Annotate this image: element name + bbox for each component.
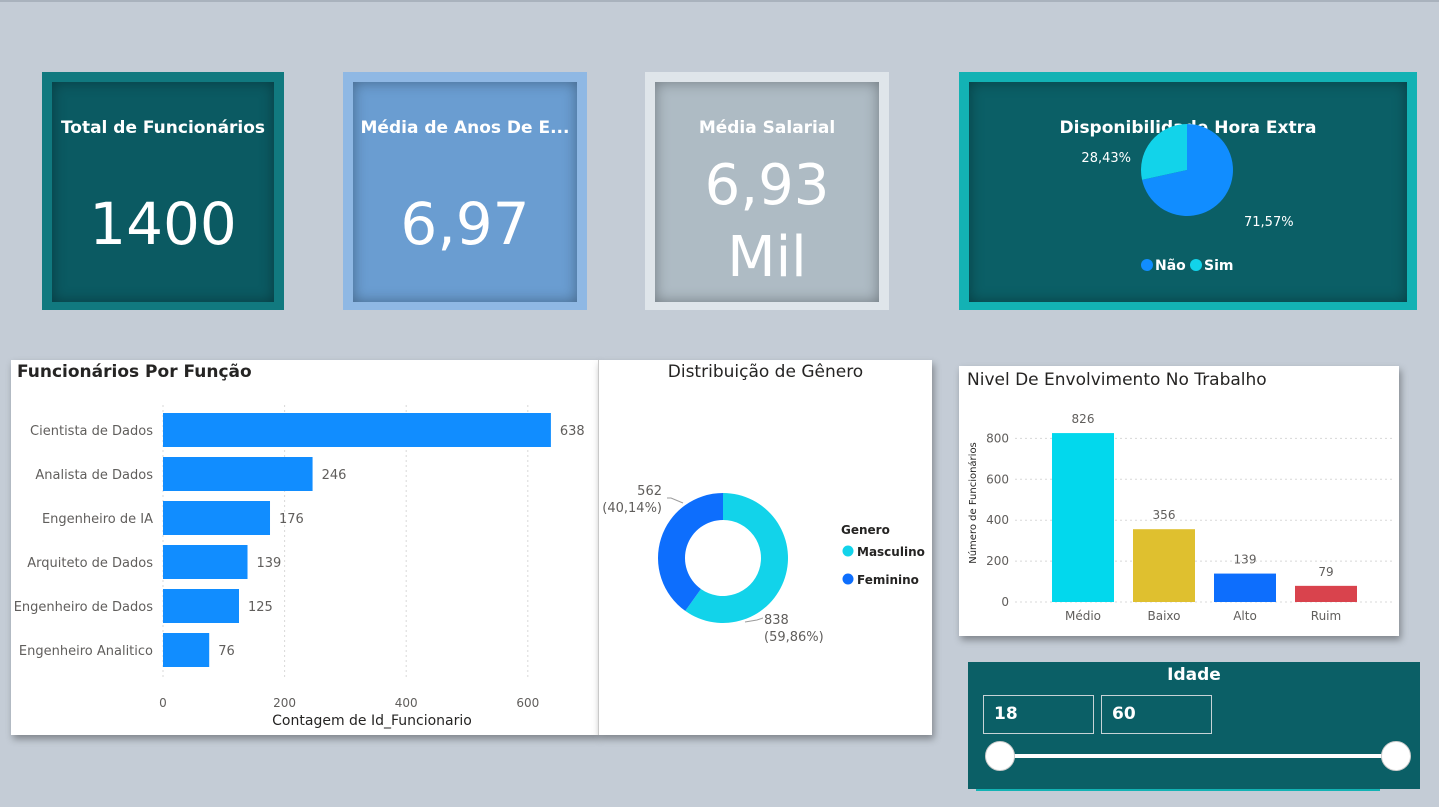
x-tick-label: 400: [395, 696, 418, 710]
kpi-card-media-salarial[interactable]: Média Salarial 6,93 Mil: [645, 72, 889, 310]
y-tick-label: Arquiteto de Dados: [27, 556, 153, 571]
donut-data-label: 838: [764, 613, 789, 628]
x-tick-label: Médio: [1065, 609, 1101, 623]
top-border: [0, 0, 1439, 2]
y-axis-label: Número de Funcionários: [967, 442, 979, 564]
kpi-card-inner: Média Salarial 6,93 Mil: [655, 82, 879, 302]
y-tick-label: Cientista de Dados: [30, 424, 153, 439]
donut-data-label: (59,86%): [764, 630, 824, 645]
y-tick-label: Engenheiro de Dados: [14, 600, 154, 615]
x-tick-label: Baixo: [1148, 609, 1181, 623]
bar-data-label: 139: [257, 556, 282, 571]
kpi-card-inner: Total de Funcionários 1400: [52, 82, 274, 302]
legend-marker-masculino: [842, 545, 854, 557]
y-tick-label: 400: [986, 513, 1009, 527]
y-tick-label: 800: [986, 431, 1009, 445]
genero-donut-chart[interactable]: 838 (59,86%) 562 (40,14%) Genero Masculino Fem…: [599, 360, 933, 735]
column-data-label: 139: [1234, 553, 1257, 567]
pie-data-label: 71,57%: [1244, 215, 1294, 230]
kpi-card-total-funcionarios[interactable]: Total de Funcionários 1400: [42, 72, 284, 310]
y-tick-label: 200: [986, 554, 1009, 568]
x-tick-label: 600: [516, 696, 539, 710]
bar-data-label: 638: [560, 424, 585, 439]
column-data-label: 826: [1072, 412, 1095, 426]
idade-slider-min-handle[interactable]: [985, 741, 1015, 771]
kpi-value-line2: Mil: [727, 225, 807, 290]
bar-data-label: 246: [322, 468, 347, 483]
pie-data-label: 28,43%: [1081, 151, 1131, 166]
idade-max-input[interactable]: 60: [1101, 695, 1212, 734]
column-1[interactable]: [1133, 529, 1195, 602]
bar-data-label: 76: [218, 644, 235, 659]
bar-data-label: 176: [279, 512, 304, 527]
bar-1[interactable]: [163, 457, 313, 491]
envolvimento-panel[interactable]: Nivel De Envolvimento No Trabalho 0 200 40…: [959, 366, 1399, 636]
column-3[interactable]: [1295, 585, 1357, 602]
legend-marker-feminino: [842, 573, 854, 585]
kpi-card-media-anos[interactable]: Média de Anos De E... 6,97: [343, 72, 587, 310]
bar-0[interactable]: [163, 413, 551, 447]
leader-line: [667, 497, 684, 504]
legend-marker-sim: [1190, 259, 1202, 271]
hora-extra-card-inner: Disponibilidade Hora Extra 71,57% 28,43% N…: [969, 82, 1407, 302]
legend-marker-nao: [1141, 259, 1153, 271]
idade-title: Idade: [1167, 665, 1221, 685]
donut-slice-1[interactable]: [658, 493, 723, 611]
kpi-value: 6,97: [400, 190, 530, 258]
idade-slider-max-handle[interactable]: [1381, 741, 1411, 771]
kpi-value: 6,93 Mil: [655, 150, 879, 294]
idade-slicer[interactable]: Idade 18 60: [968, 662, 1420, 789]
column-0[interactable]: [1052, 433, 1114, 602]
legend-title: Genero: [841, 523, 890, 537]
envolvimento-column-chart[interactable]: 0 200 400 600 800 826 Médio 356 Baixo 139 Alto 79 Ru…: [959, 366, 1399, 636]
hora-extra-pie-chart[interactable]: 71,57% 28,43% Não Sim: [969, 82, 1407, 302]
bar-data-label: 125: [248, 600, 273, 615]
leader-line: [744, 617, 764, 623]
bar-3[interactable]: [163, 545, 248, 579]
idade-min-input[interactable]: 18: [983, 695, 1094, 734]
bar-2[interactable]: [163, 501, 271, 535]
column-data-label: 79: [1318, 565, 1333, 579]
y-tick-label: 0: [1001, 595, 1009, 609]
y-tick-label: Engenheiro Analitico: [19, 644, 153, 659]
donut-data-label: (40,14%): [602, 501, 662, 516]
bar-5[interactable]: [163, 633, 210, 667]
bar-4[interactable]: [163, 589, 239, 623]
hora-extra-card[interactable]: Disponibilidade Hora Extra 71,57% 28,43% N…: [959, 72, 1417, 310]
donut-data-label: 562: [637, 484, 662, 499]
x-tick-label: 0: [159, 696, 167, 710]
funcionarios-por-funcao-panel[interactable]: Funcionários Por Função 0 200 400 600 Cienti…: [11, 360, 598, 735]
x-tick-label: 200: [273, 696, 296, 710]
legend-label: Não: [1155, 258, 1186, 274]
distribuicao-genero-panel[interactable]: Distribuição de Gênero 838 (59,86%) 562 (40…: [598, 360, 932, 735]
column-data-label: 356: [1153, 508, 1176, 522]
pie-slice-1[interactable]: [1141, 124, 1187, 180]
legend-label: Masculino: [857, 545, 925, 559]
kpi-value: 1400: [89, 190, 237, 258]
y-tick-label: Engenheiro de IA: [42, 512, 153, 527]
x-tick-label: Ruim: [1311, 609, 1341, 623]
column-2[interactable]: [1214, 573, 1276, 602]
kpi-title: Média Salarial: [698, 118, 836, 138]
idade-slider-track[interactable]: [1000, 754, 1396, 758]
y-tick-label: Analista de Dados: [35, 468, 153, 483]
legend-label: Feminino: [857, 573, 919, 587]
funcao-bar-chart[interactable]: 0 200 400 600 Cientista de Dados 638 Analista …: [11, 360, 598, 735]
kpi-value-line1: 6,93: [704, 153, 830, 218]
y-tick-label: 600: [986, 472, 1009, 486]
x-axis-label: Contagem de Id_Funcionario: [272, 713, 472, 729]
kpi-card-inner: Média de Anos De E... 6,97: [353, 82, 577, 302]
x-tick-label: Alto: [1233, 609, 1257, 623]
kpi-title: Total de Funcionários: [60, 118, 266, 138]
legend-label: Sim: [1204, 258, 1233, 274]
idade-underline: [976, 789, 1380, 791]
kpi-title: Média de Anos De E...: [360, 118, 570, 138]
